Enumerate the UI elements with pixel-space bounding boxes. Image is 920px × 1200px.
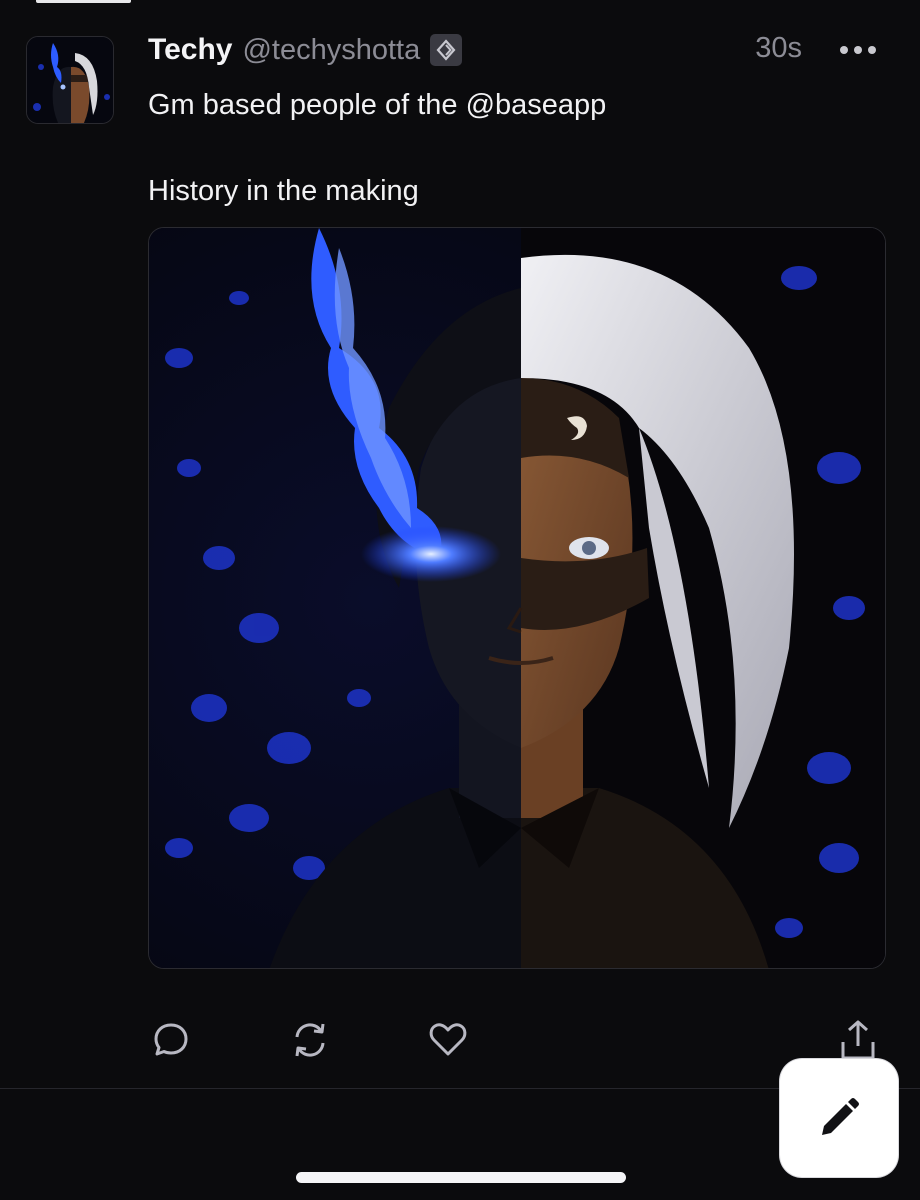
compose-button[interactable] [780, 1059, 898, 1177]
author-handle[interactable]: @techyshotta [242, 34, 420, 67]
home-indicator [296, 1172, 626, 1183]
post-text-spacer [148, 127, 868, 170]
channel-badge-icon [430, 34, 463, 66]
share-icon [841, 1020, 875, 1060]
post-actions [0, 1012, 920, 1068]
post-text-line: History in the making [148, 175, 419, 207]
reply-icon [154, 1023, 188, 1056]
ellipsis-icon [840, 46, 876, 54]
recast-icon [295, 1023, 325, 1057]
heart-icon [429, 1023, 467, 1056]
avatar[interactable] [26, 36, 114, 124]
author-display-name[interactable]: Techy [148, 33, 232, 67]
like-button[interactable] [420, 1012, 476, 1068]
reply-button[interactable] [143, 1012, 199, 1068]
post-timestamp: 30s [755, 32, 802, 64]
post-text: Gm based people of the @baseapp History … [148, 84, 868, 213]
post-header: Techy @techyshotta [148, 30, 463, 70]
post-text-line: Gm based people of the @baseapp [148, 89, 607, 121]
pencil-icon [822, 1098, 859, 1135]
post-image[interactable] [148, 227, 886, 969]
recast-button[interactable] [282, 1012, 338, 1068]
post-card[interactable]: Techy @techyshotta 30s Gm based people o… [0, 0, 920, 1088]
more-options-button[interactable] [836, 30, 880, 70]
